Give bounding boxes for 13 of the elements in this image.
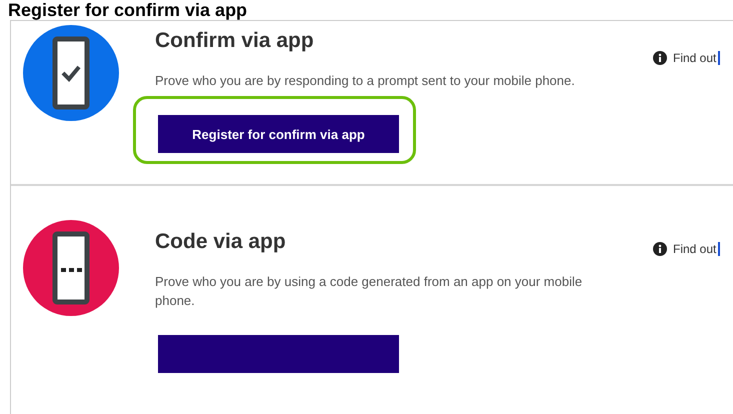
option-title: Confirm via app	[155, 29, 314, 53]
phone-check-icon	[52, 36, 90, 110]
find-out-link[interactable]: Find out	[673, 242, 720, 256]
register-button[interactable]	[158, 335, 399, 373]
info-icon	[653, 242, 667, 256]
option-title: Code via app	[155, 230, 286, 254]
option-description: Prove who you are by responding to a prompt sent to your mobile phone.	[155, 72, 575, 90]
find-out-link[interactable]: Find out	[673, 51, 720, 65]
register-button[interactable]: Register for confirm via app	[158, 115, 399, 153]
option-description: Prove who you are by using a code generated from an app on your mobile phone.	[155, 273, 584, 310]
phone-dots-icon	[52, 231, 90, 305]
page-heading: Register for confirm via app	[8, 0, 248, 20]
info-icon	[653, 51, 667, 65]
